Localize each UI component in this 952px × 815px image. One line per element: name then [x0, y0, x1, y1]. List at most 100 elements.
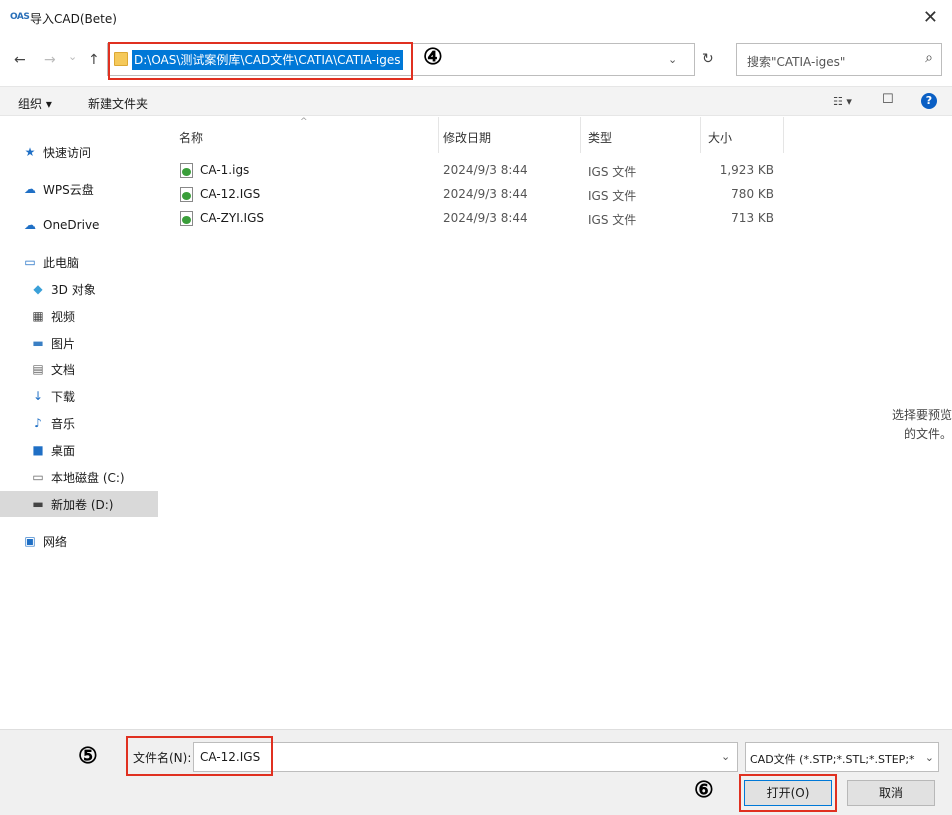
filename-label: 文件名(N):	[133, 751, 192, 765]
filename-dropdown-icon[interactable]: ⌄	[721, 750, 730, 763]
file-name: CA-ZYI.IGS	[200, 211, 265, 225]
file-row[interactable]: CA-ZYI.IGS 2024/9/3 8:44 IGS 文件 713 KB	[160, 207, 880, 230]
videos-icon: ▦	[32, 309, 44, 323]
sidebar-item-this-pc[interactable]: ▭ 此电脑	[0, 249, 158, 275]
column-divider[interactable]	[438, 117, 439, 153]
annotation-step-4: ④	[423, 44, 443, 70]
sidebar-item-downloads[interactable]: ↓ 下载	[0, 383, 158, 409]
file-row[interactable]: CA-1.igs 2024/9/3 8:44 IGS 文件 1,923 KB	[160, 159, 880, 182]
column-divider[interactable]	[700, 117, 701, 153]
file-date: 2024/9/3 8:44	[443, 187, 528, 201]
annotation-step-6: ⑥	[694, 777, 714, 803]
search-icon[interactable]: ⌕	[925, 50, 933, 66]
sidebar-item-documents[interactable]: ▤ 文档	[0, 356, 158, 382]
chevron-down-icon: ⌄	[924, 751, 934, 764]
sidebar-item-videos[interactable]: ▦ 视频	[0, 303, 158, 329]
help-icon[interactable]: ?	[921, 93, 937, 109]
sidebar-item-wps-cloud[interactable]: ☁ WPS云盘	[0, 176, 158, 202]
view-options-icon[interactable]: ☷ ▾	[833, 95, 852, 108]
igs-file-icon	[180, 211, 193, 226]
desktop-icon: ■	[32, 443, 44, 457]
quick-access-icon: ★	[24, 145, 36, 159]
navigation-pane: ★ 快速访问 ☁ WPS云盘 ☁ OneDrive ▭ 此电脑 ◆ 3D 对象 ▦ 视频 ▬ 图片 ▤ 文档 ↓…	[0, 117, 160, 727]
organize-button[interactable]: 组织 ▾	[18, 95, 52, 112]
refresh-icon[interactable]: ↻	[702, 51, 714, 67]
sidebar-item-label: 3D 对象	[51, 282, 96, 297]
file-name: CA-12.IGS	[200, 187, 261, 201]
sidebar-item-quick-access[interactable]: ★ 快速访问	[0, 139, 158, 165]
address-path[interactable]: D:\OAS\测试案例库\CAD文件\CATIA\CATIA-iges	[132, 50, 403, 70]
back-arrow-icon[interactable]: ←	[14, 52, 26, 68]
sidebar-item-label: 文档	[51, 362, 76, 377]
filename-value: CA-12.IGS	[200, 750, 261, 764]
filename-input[interactable]: CA-12.IGS	[193, 742, 738, 772]
sort-arrow-icon: ^	[300, 117, 308, 127]
search-placeholder: 搜索"CATIA-iges"	[747, 55, 846, 69]
preview-pane-message: 选择要预览 的文件。	[888, 406, 952, 444]
sidebar-item-label: 音乐	[51, 416, 76, 431]
sidebar-item-label: 桌面	[51, 443, 76, 458]
sidebar-item-music[interactable]: ♪ 音乐	[0, 410, 158, 436]
sidebar-item-label: OneDrive	[43, 218, 100, 232]
preview-line-2: 的文件。	[903, 427, 952, 441]
this-pc-icon: ▭	[24, 255, 36, 269]
sidebar-item-label: 新加卷 (D:)	[51, 497, 114, 512]
column-header-size[interactable]: 大小	[708, 129, 732, 146]
recent-locations-icon[interactable]: ⌄	[68, 50, 77, 63]
music-icon: ♪	[34, 416, 42, 430]
preview-line-1: 选择要预览	[891, 408, 952, 422]
network-icon: ▣	[24, 534, 36, 548]
documents-icon: ▤	[32, 362, 44, 376]
sidebar-item-3d-objects[interactable]: ◆ 3D 对象	[0, 276, 158, 302]
sidebar-item-label: 本地磁盘 (C:)	[51, 470, 125, 485]
sidebar-item-label: 网络	[43, 534, 68, 549]
file-size: 1,923 KB	[719, 163, 774, 177]
onedrive-icon: ☁	[24, 218, 36, 232]
address-bar[interactable]: D:\OAS\测试案例库\CAD文件\CATIA\CATIA-iges	[107, 43, 695, 76]
new-folder-button[interactable]: 新建文件夹	[88, 95, 148, 112]
local-disk-c-icon: ▭	[32, 470, 44, 484]
file-type-value: CAD文件 (*.STP;*.STL;*.STEP;*	[750, 753, 915, 766]
window-title: 导入CAD(Bete)	[30, 12, 117, 26]
file-type: IGS 文件	[588, 189, 637, 203]
toolbar: 组织 ▾ 新建文件夹 ☷ ▾ ☐	[0, 86, 952, 116]
column-header-name[interactable]: 名称	[179, 129, 203, 146]
up-arrow-icon[interactable]: ↑	[88, 52, 100, 68]
file-date: 2024/9/3 8:44	[443, 163, 528, 177]
new-volume-d-icon: ▬	[32, 497, 44, 511]
sidebar-item-label: WPS云盘	[43, 182, 94, 197]
file-size: 713 KB	[731, 211, 774, 225]
file-type-select[interactable]: CAD文件 (*.STP;*.STL;*.STEP;* ⌄	[745, 742, 939, 772]
file-name: CA-1.igs	[200, 163, 250, 177]
sidebar-item-network[interactable]: ▣ 网络	[0, 528, 158, 554]
sidebar-item-new-volume-d[interactable]: ▬ 新加卷 (D:)	[0, 491, 158, 517]
downloads-icon: ↓	[32, 389, 44, 403]
file-date: 2024/9/3 8:44	[443, 211, 528, 225]
annotation-step-5: ⑤	[78, 743, 98, 769]
open-button[interactable]: 打开(O)	[744, 780, 832, 806]
preview-pane-icon[interactable]: ☐	[882, 92, 894, 107]
title-bar: OAS 导入CAD(Bete) ✕	[0, 0, 952, 36]
column-divider[interactable]	[783, 117, 784, 153]
file-type: IGS 文件	[588, 213, 637, 227]
folder-icon	[114, 52, 128, 66]
close-icon[interactable]: ✕	[923, 7, 938, 28]
sidebar-item-desktop[interactable]: ■ 桌面	[0, 437, 158, 463]
sidebar-item-label: 此电脑	[43, 255, 80, 270]
sidebar-item-label: 快速访问	[43, 145, 92, 160]
sidebar-item-label: 下载	[51, 389, 76, 404]
igs-file-icon	[180, 163, 193, 178]
column-header-date[interactable]: 修改日期	[443, 129, 491, 146]
search-input[interactable]: 搜索"CATIA-iges" ⌕	[736, 43, 942, 76]
address-dropdown-icon[interactable]: ⌄	[668, 53, 677, 66]
cancel-button[interactable]: 取消	[847, 780, 935, 806]
sidebar-item-pictures[interactable]: ▬ 图片	[0, 330, 158, 356]
sidebar-item-onedrive[interactable]: ☁ OneDrive	[0, 212, 158, 238]
sidebar-item-label: 视频	[51, 309, 76, 324]
sidebar-item-label: 图片	[51, 336, 76, 351]
forward-arrow-icon[interactable]: →	[44, 52, 56, 68]
file-row[interactable]: CA-12.IGS 2024/9/3 8:44 IGS 文件 780 KB	[160, 183, 880, 206]
column-divider[interactable]	[580, 117, 581, 153]
column-header-type[interactable]: 类型	[588, 129, 612, 146]
sidebar-item-local-disk-c[interactable]: ▭ 本地磁盘 (C:)	[0, 464, 158, 490]
